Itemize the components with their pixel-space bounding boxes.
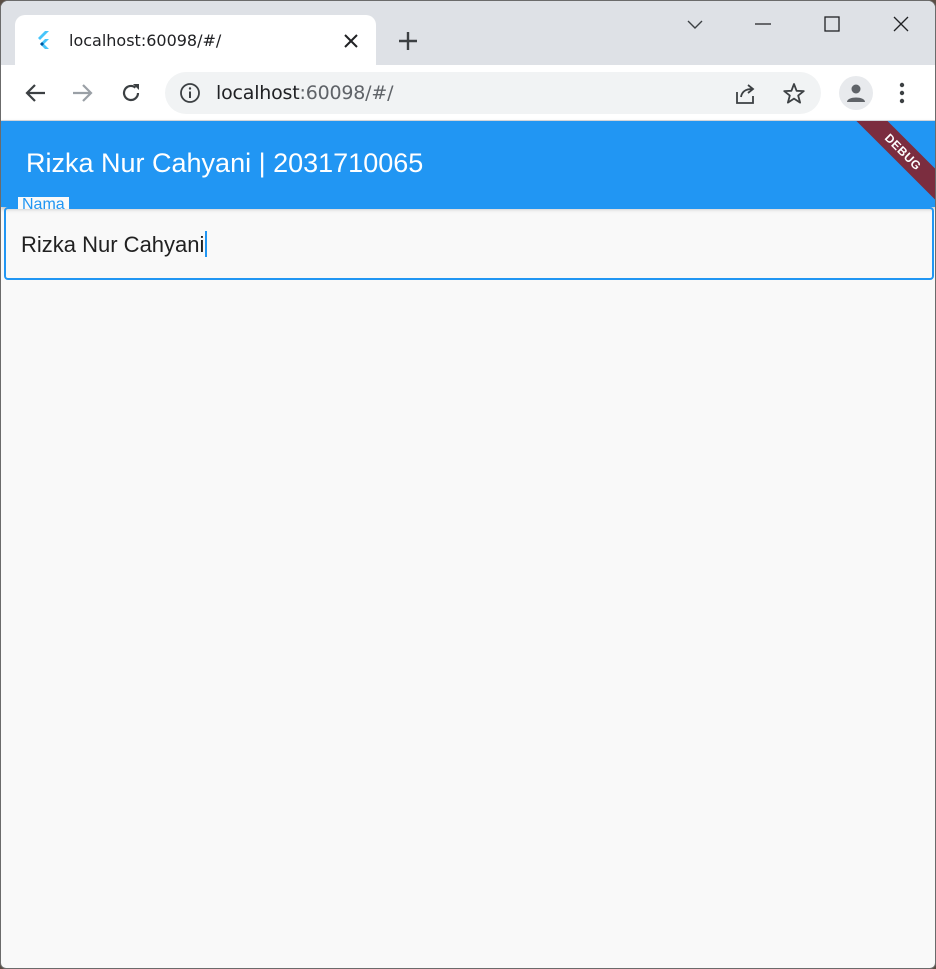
url-text[interactable]: localhost:60098/#/ [216, 82, 393, 104]
window-close-button[interactable] [878, 9, 924, 39]
url-host: localhost [216, 82, 300, 104]
maximize-button[interactable] [809, 9, 855, 39]
arrow-right-icon [73, 84, 93, 102]
profile-button[interactable] [839, 76, 873, 110]
reload-button[interactable] [115, 77, 147, 109]
url-path: :60098/#/ [299, 82, 394, 104]
close-icon [893, 16, 909, 32]
minimize-button[interactable] [740, 9, 786, 39]
name-text-field[interactable]: Nama Rizka Nur Cahyani [4, 197, 934, 280]
name-field-label: Nama [18, 197, 69, 209]
info-icon[interactable] [179, 82, 201, 104]
tab-close-icon[interactable] [339, 29, 363, 53]
flutter-logo-icon [38, 31, 49, 49]
address-bar[interactable]: localhost:60098/#/ [165, 72, 821, 114]
name-field-value: Rizka Nur Cahyani [21, 232, 205, 257]
plus-icon [399, 32, 417, 50]
chevron-down-icon [687, 20, 703, 29]
app-bar-title: Rizka Nur Cahyani | 2031710065 [26, 148, 424, 178]
share-icon[interactable] [733, 81, 759, 107]
minimize-icon [755, 23, 771, 25]
reload-icon [122, 84, 140, 102]
tab-title: localhost:60098/#/ [69, 31, 222, 50]
maximize-icon [824, 16, 840, 32]
app-bar: Rizka Nur Cahyani | 2031710065 DEBUG [1, 121, 935, 207]
star-icon[interactable] [781, 81, 807, 107]
arrow-left-icon [25, 84, 45, 102]
avatar-icon [847, 84, 865, 102]
browser-window: localhost:60098/#/ localhost:60098/#/ Ri… [0, 0, 936, 969]
app-body [1, 281, 935, 968]
back-button[interactable] [19, 77, 51, 109]
forward-button[interactable] [67, 77, 99, 109]
tab-strip: localhost:60098/#/ [1, 1, 935, 67]
name-field-value-wrap[interactable]: Rizka Nur Cahyani [21, 231, 208, 258]
browser-tab[interactable]: localhost:60098/#/ [15, 15, 376, 67]
more-vert-icon[interactable] [890, 79, 914, 107]
text-caret [205, 231, 208, 257]
debug-banner: DEBUG [852, 121, 935, 203]
new-tab-button[interactable] [394, 27, 422, 55]
browser-toolbar: localhost:60098/#/ [1, 65, 935, 121]
tab-search-button[interactable] [672, 9, 718, 39]
